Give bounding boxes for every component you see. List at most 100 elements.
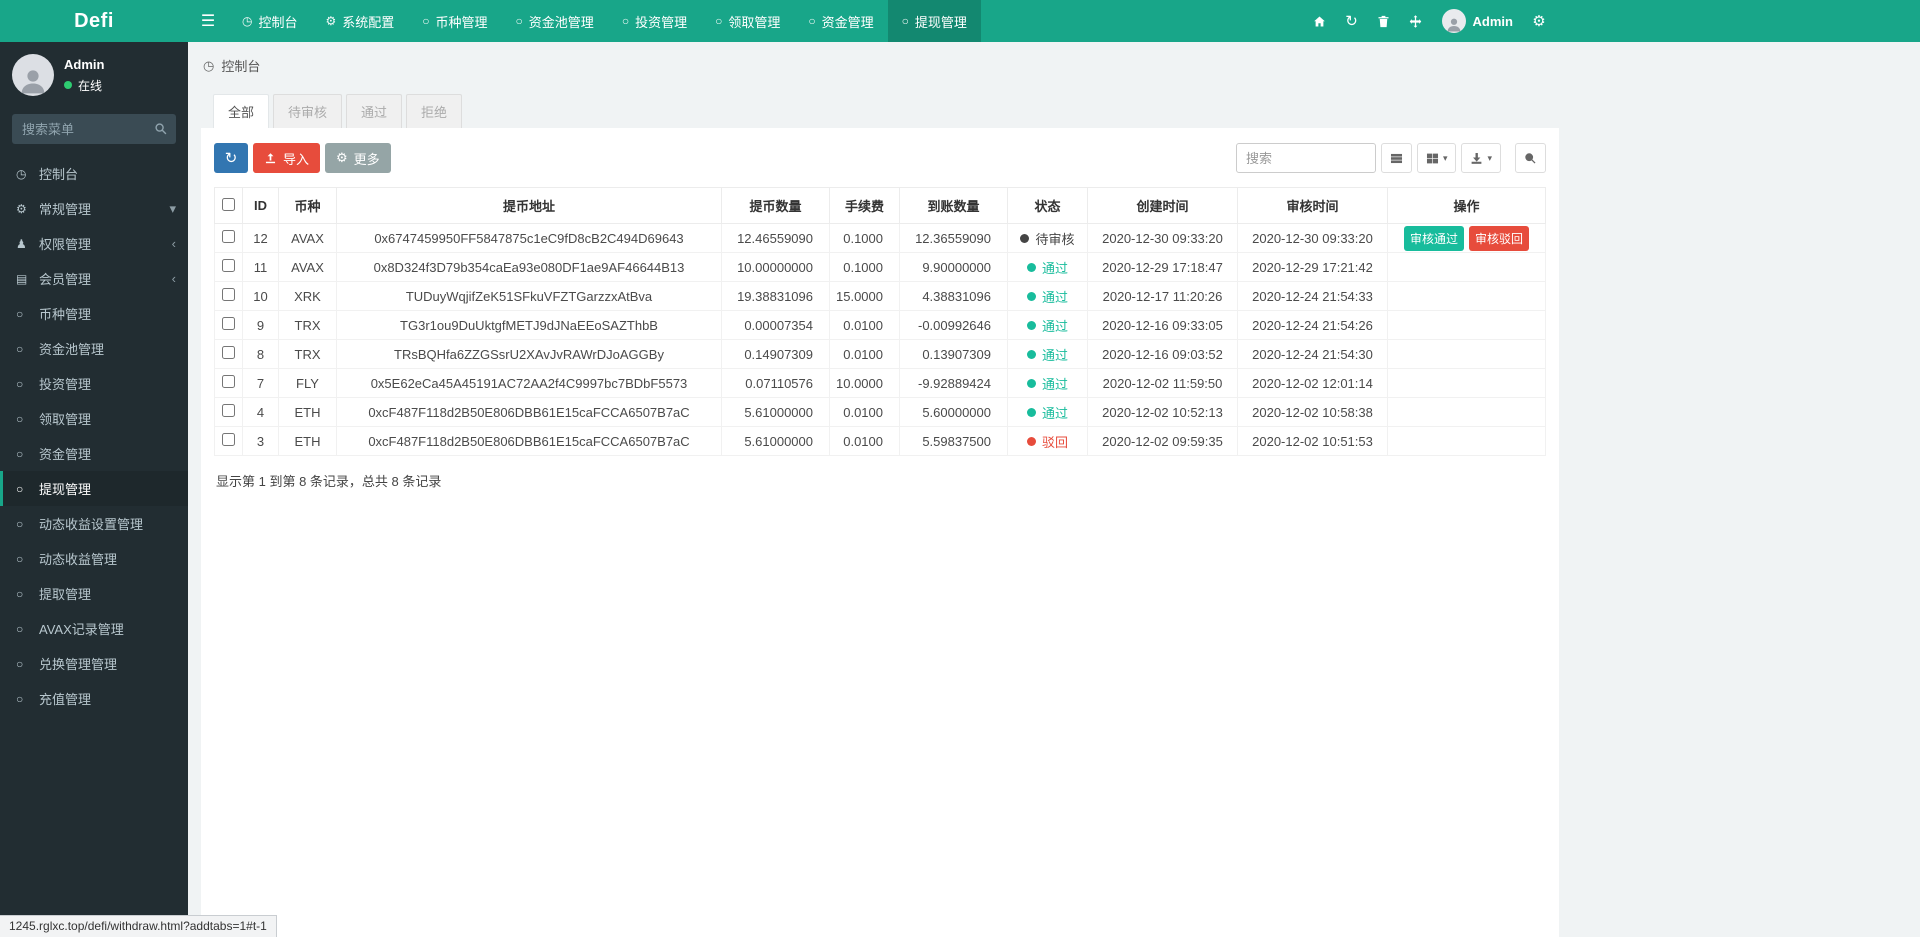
- sidebar-menu-item[interactable]: ○ 资金池管理: [0, 331, 188, 366]
- checkbox-cell: [214, 426, 243, 456]
- menu-search-input[interactable]: [12, 114, 176, 144]
- settings-button[interactable]: ⚙: [1523, 0, 1555, 42]
- sidebar-item-label: 权限管理: [39, 237, 92, 252]
- created-cell: 2020-12-02 11:59:50: [1087, 368, 1238, 398]
- table-row: 7 FLY 0x5E62eCa45A45191AC72AA2f4C9997bc7BD…: [214, 368, 1546, 398]
- hamburger-menu-button[interactable]: ☰: [188, 0, 228, 42]
- status-label: 通过: [1041, 260, 1068, 276]
- sidebar-menu-item[interactable]: ⚙ 常规管理 ▾: [0, 191, 188, 226]
- grid-icon: [1426, 153, 1438, 163]
- user-menu[interactable]: Admin: [1432, 9, 1523, 33]
- sidebar-menu-item[interactable]: ○ 提现管理: [0, 471, 188, 506]
- topnav-item[interactable]: ○ 领取管理: [701, 0, 794, 42]
- trash-button[interactable]: [1368, 0, 1400, 42]
- row-checkbox[interactable]: [222, 288, 235, 301]
- home-button[interactable]: [1304, 0, 1336, 42]
- row-checkbox[interactable]: [222, 317, 235, 330]
- sidebar-menu-item[interactable]: ○ 币种管理: [0, 296, 188, 331]
- home-icon: [1314, 16, 1325, 26]
- sidebar-menu-item[interactable]: ○ 充值管理: [0, 681, 188, 716]
- circle-icon: ○: [715, 14, 723, 28]
- table-search-input[interactable]: [1235, 143, 1376, 173]
- sidebar-item-label: 控制台: [39, 167, 79, 182]
- table-refresh-button[interactable]: ↻: [214, 143, 248, 173]
- topnav-item[interactable]: ⚙ 系统配置: [312, 0, 409, 42]
- sidebar-menu-item[interactable]: ○ 资金管理: [0, 436, 188, 471]
- sidebar-menu-item[interactable]: ○ 投资管理: [0, 366, 188, 401]
- topnav-item[interactable]: ○ 币种管理: [408, 0, 501, 42]
- row-checkbox[interactable]: [222, 433, 235, 446]
- checkbox-cell: [214, 368, 243, 398]
- circle-icon: ○: [16, 691, 24, 706]
- status-badge: 通过: [1026, 403, 1068, 422]
- sidebar-menu-item[interactable]: ○ 动态收益管理: [0, 541, 188, 576]
- topnav-item[interactable]: ○ 提现管理: [887, 0, 981, 42]
- status-badge: 通过: [1026, 345, 1068, 364]
- tab[interactable]: 通过: [346, 94, 403, 128]
- id-cell: 4: [242, 397, 279, 427]
- topnav-item[interactable]: ○ 投资管理: [608, 0, 701, 42]
- export-button[interactable]: ▾: [1461, 143, 1501, 173]
- more-button[interactable]: ⚙ 更多: [325, 143, 391, 173]
- amount-cell: 12.46559090: [721, 223, 830, 253]
- search-icon: [155, 123, 167, 135]
- row-checkbox[interactable]: [222, 230, 235, 243]
- fullscreen-button[interactable]: [1400, 0, 1432, 42]
- toolbar: ↻ 导入 ⚙ 更多 ▾ ▾: [214, 143, 1546, 173]
- reject-button[interactable]: 审核驳回: [1469, 225, 1530, 251]
- hamburger-icon: ☰: [200, 13, 216, 30]
- coin-cell: TRX: [278, 310, 337, 340]
- amount-cell: 19.38831096: [721, 281, 830, 311]
- column-header: 到账数量: [899, 187, 1008, 224]
- table-row: 11 AVAX 0x8D324f3D79b354caEa93e080DF1ae9AF…: [214, 252, 1546, 282]
- address-cell: TG3r1ou9DuUktgfMETJ9dJNaEEoSAZThbB: [336, 310, 722, 340]
- coin-cell: TRX: [278, 339, 337, 369]
- topnav-item[interactable]: ○ 资金管理: [794, 0, 887, 42]
- search-button[interactable]: [1515, 143, 1546, 173]
- list-view-button[interactable]: [1380, 143, 1412, 173]
- status-dot-icon: [1026, 291, 1036, 301]
- sidebar-menu-item[interactable]: ○ 领取管理: [0, 401, 188, 436]
- sidebar-menu-item[interactable]: ○ AVAX记录管理: [0, 611, 188, 646]
- status-label: 通过: [1041, 405, 1068, 421]
- columns-button[interactable]: ▾: [1416, 143, 1457, 173]
- id-cell: 12: [242, 223, 279, 253]
- created-cell: 2020-12-30 09:33:20: [1087, 223, 1238, 253]
- coin-cell: ETH: [278, 397, 337, 427]
- sidebar-username: Admin: [64, 56, 105, 72]
- tab[interactable]: 拒绝: [406, 94, 463, 128]
- circle-icon: ○: [16, 516, 24, 531]
- operations-cell: [1387, 281, 1546, 311]
- sidebar-menu-item[interactable]: ▤ 会员管理 ‹: [0, 261, 188, 296]
- topnav-item[interactable]: ○ 资金池管理: [502, 0, 608, 42]
- sidebar-menu-item[interactable]: ○ 兑换管理管理: [0, 646, 188, 681]
- refresh-button[interactable]: ↻: [1336, 0, 1368, 42]
- topnav-item-label: 提现管理: [914, 14, 967, 30]
- fee-cell: 10.0000: [829, 368, 900, 398]
- status-cell: 通过: [1007, 397, 1088, 427]
- sidebar-menu-item[interactable]: ○ 动态收益设置管理: [0, 506, 188, 541]
- import-button[interactable]: 导入: [253, 143, 321, 173]
- sidebar-menu-item[interactable]: ♟ 权限管理 ‹: [0, 226, 188, 261]
- amount-cell: 0.00007354: [721, 310, 830, 340]
- fullscreen-icon: [1409, 14, 1422, 28]
- tab[interactable]: 全部: [213, 94, 270, 128]
- row-checkbox[interactable]: [222, 259, 235, 272]
- select-all-checkbox[interactable]: [222, 197, 235, 211]
- reviewed-cell: 2020-12-02 12:01:14: [1237, 368, 1388, 398]
- sidebar-menu-item[interactable]: ○ 提取管理: [0, 576, 188, 611]
- row-checkbox[interactable]: [222, 346, 235, 359]
- sidebar-search: [12, 114, 176, 144]
- sidebar-menu-item[interactable]: ◷ 控制台: [0, 156, 188, 191]
- fee-cell: 0.1000: [829, 223, 900, 253]
- address-cell: TUDuyWqjifZeK51SFkuVFZTGarzzxAtBva: [336, 281, 722, 311]
- chevron-left-icon: ‹: [171, 236, 176, 251]
- topnav-item-label: 币种管理: [435, 14, 488, 30]
- row-checkbox[interactable]: [222, 375, 235, 388]
- tab[interactable]: 待审核: [273, 94, 343, 128]
- topnav-item-label: 领取管理: [728, 14, 781, 30]
- circle-icon: ○: [16, 551, 24, 566]
- topnav-item[interactable]: ◷ 控制台: [228, 0, 312, 42]
- row-checkbox[interactable]: [222, 404, 235, 417]
- approve-button[interactable]: 审核通过: [1403, 225, 1464, 251]
